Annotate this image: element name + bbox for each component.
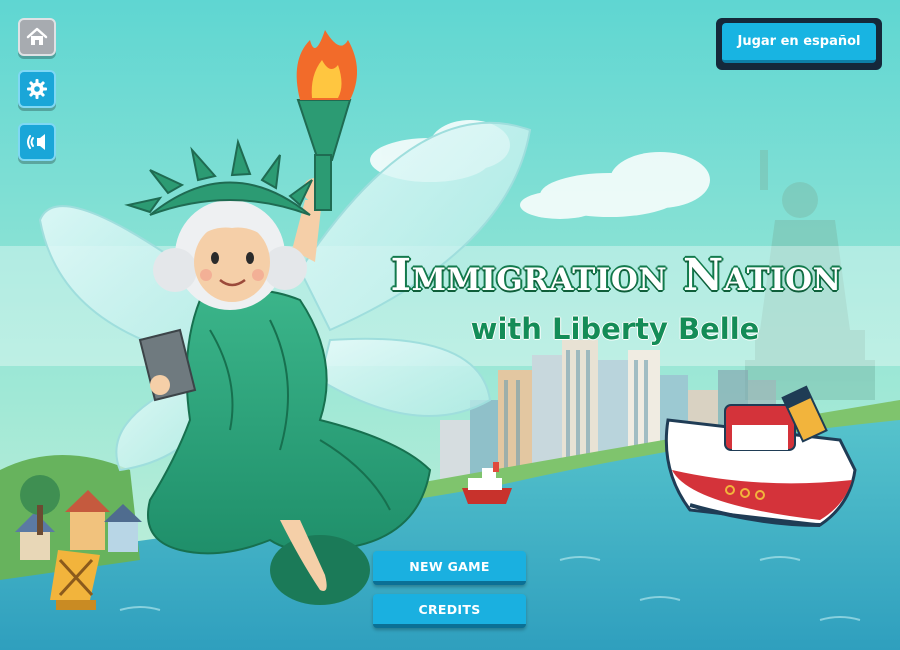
buoy	[50, 550, 100, 610]
game-subtitle: with Liberty Belle	[470, 312, 760, 346]
game-title-screen: Jugar en español Immigration Nation with…	[0, 0, 900, 650]
new-game-button[interactable]: NEW GAME	[373, 551, 526, 585]
language-button-frame: Jugar en español	[716, 18, 882, 70]
home-button[interactable]	[18, 18, 56, 56]
settings-button[interactable]	[18, 70, 56, 108]
home-icon	[26, 27, 48, 45]
play-in-spanish-button[interactable]: Jugar en español	[722, 23, 876, 63]
speaker-icon	[27, 134, 45, 150]
game-title: Immigration Nation	[389, 250, 842, 301]
credits-button[interactable]: CREDITS	[373, 594, 526, 628]
gear-icon	[27, 79, 47, 99]
audio-button[interactable]	[18, 123, 56, 161]
